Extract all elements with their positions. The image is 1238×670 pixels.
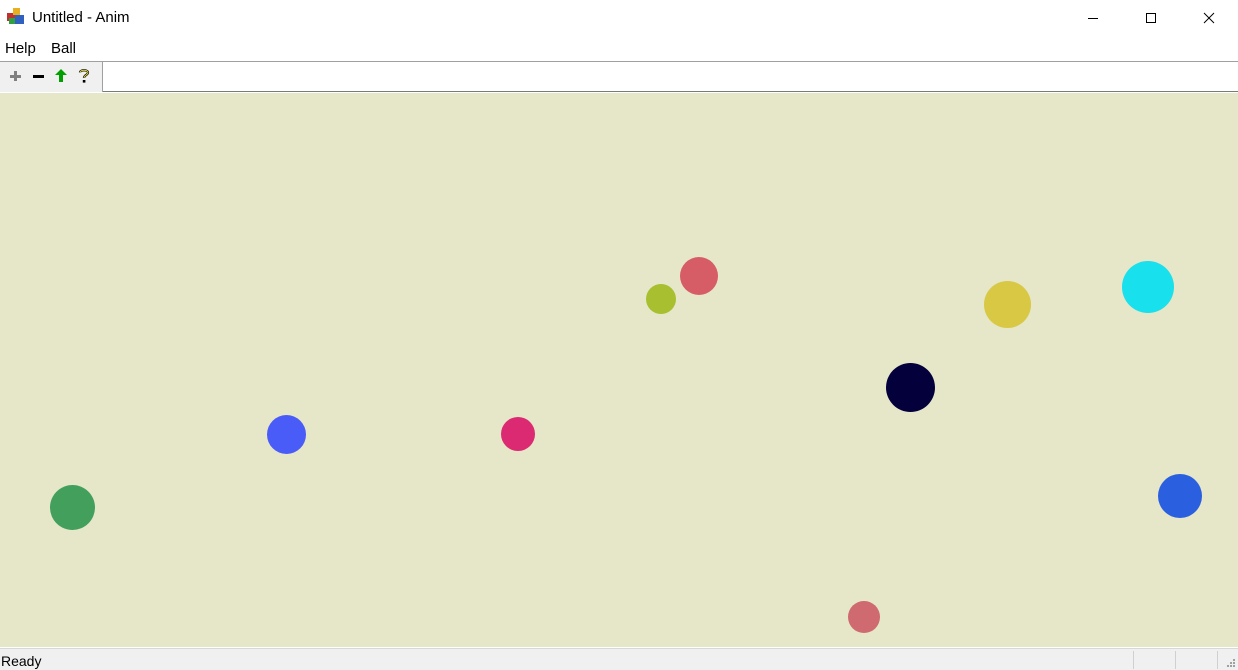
add-ball-button[interactable] [6, 67, 24, 85]
toolbar-button-group [0, 62, 103, 92]
status-pane [1175, 651, 1218, 669]
animation-canvas[interactable] [0, 93, 1238, 647]
menu-bar: Help Ball [0, 36, 1238, 60]
minimize-icon [1088, 17, 1098, 19]
up-arrow-icon [55, 69, 67, 82]
menu-ball[interactable]: Ball [51, 40, 76, 57]
ball [886, 363, 935, 412]
help-button[interactable] [75, 67, 93, 85]
status-pane [1133, 651, 1176, 669]
status-text: Ready [1, 653, 42, 669]
resize-grip-icon[interactable] [1225, 657, 1236, 668]
anim-app-icon[interactable] [6, 6, 26, 26]
remove-ball-button[interactable] [29, 67, 47, 85]
ball [501, 417, 535, 451]
speed-up-button[interactable] [52, 67, 70, 85]
toolbar [0, 61, 1238, 92]
ball [267, 415, 306, 454]
help-icon [78, 69, 90, 83]
window-title: Untitled - Anim [32, 9, 130, 26]
ball [984, 281, 1031, 328]
status-bar: Ready [0, 648, 1238, 670]
title-bar[interactable]: Untitled - Anim [0, 0, 1238, 35]
minimize-button[interactable] [1064, 0, 1122, 35]
ball [1158, 474, 1202, 518]
close-button[interactable] [1180, 0, 1238, 35]
close-icon [1203, 12, 1215, 23]
plus-icon [10, 71, 21, 81]
maximize-button[interactable] [1122, 0, 1180, 35]
menu-help[interactable]: Help [5, 40, 36, 57]
ball [646, 284, 676, 314]
ball [848, 601, 880, 633]
maximize-icon [1146, 12, 1156, 23]
ball [1122, 261, 1174, 313]
ball [680, 257, 718, 295]
minus-icon [33, 75, 44, 78]
ball [50, 485, 95, 530]
